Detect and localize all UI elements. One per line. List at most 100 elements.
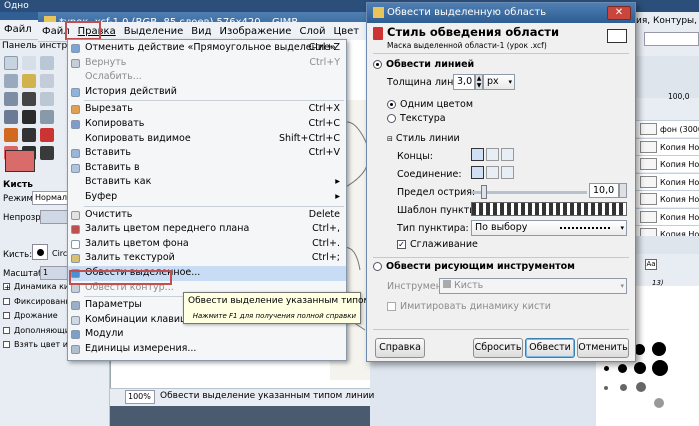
- left-menu-file[interactable]: Файл: [0, 20, 36, 39]
- edit-menu-item[interactable]: Копировать Ctrl+C: [68, 117, 346, 132]
- edit-menu-item[interactable]: Вставить как ▸: [68, 175, 346, 190]
- paths-icon[interactable]: [4, 92, 18, 106]
- edit-menu-item[interactable]: Очистить Delete: [68, 208, 346, 223]
- line-width-spinner[interactable]: ▲ ▼: [475, 74, 483, 90]
- stroke-line-option[interactable]: Обвести линией: [373, 59, 474, 70]
- reset-button[interactable]: Сбросить: [473, 338, 523, 358]
- miter-spinner[interactable]: [619, 183, 627, 198]
- layer-row[interactable]: Копия Нов: [636, 155, 699, 172]
- move-icon[interactable]: [22, 110, 36, 124]
- text-icon[interactable]: [4, 128, 18, 142]
- dock-select[interactable]: [644, 32, 699, 46]
- miter-slider[interactable]: [471, 191, 587, 194]
- stroke-button[interactable]: Обвести: [525, 338, 575, 358]
- edit-menu-item[interactable]: Вырезать Ctrl+X: [68, 102, 346, 117]
- ellipse-select-icon[interactable]: [22, 56, 36, 70]
- unit-select[interactable]: px ▾: [483, 74, 515, 90]
- pattern-option[interactable]: Текстура: [387, 113, 446, 124]
- dock-tabs[interactable]: ия, Контуры,: [636, 16, 699, 26]
- cancel-button[interactable]: Отменить: [577, 338, 629, 358]
- dash-pattern-editor[interactable]: [471, 202, 627, 216]
- miter-input[interactable]: 10,0: [589, 183, 619, 198]
- brush-option-checkbox[interactable]: [3, 312, 10, 319]
- edit-menu-item[interactable]: Отменить действие «Прямоугольное выделен…: [68, 41, 346, 56]
- join-round-icon[interactable]: [486, 166, 499, 179]
- horizontal-scroll[interactable]: [110, 406, 370, 426]
- layer-row[interactable]: Копия Нов: [636, 190, 699, 207]
- bucket-fill-icon[interactable]: [22, 128, 36, 142]
- select-by-color-icon[interactable]: [22, 74, 36, 88]
- edit-menu-item[interactable]: Вставить в: [68, 161, 346, 176]
- mode-select[interactable]: Нормальн: [32, 191, 68, 205]
- cap-square-icon[interactable]: [501, 148, 514, 161]
- free-select-icon[interactable]: [40, 56, 54, 70]
- opacity-slider[interactable]: [40, 210, 68, 224]
- brush-dot[interactable]: [654, 398, 664, 408]
- blend-icon[interactable]: [40, 128, 54, 142]
- crop-icon[interactable]: [40, 110, 54, 124]
- stroke-line-radio[interactable]: [373, 60, 382, 69]
- layer-row[interactable]: Копия Нов: [636, 137, 699, 155]
- line-style-expander[interactable]: ⊟ Стиль линии: [387, 133, 460, 144]
- cap-butt-icon[interactable]: [471, 148, 484, 161]
- help-button[interactable]: Справка: [375, 338, 425, 358]
- edit-menu-item[interactable]: Копировать видимое Shift+Ctrl+C: [68, 132, 346, 147]
- measure-icon[interactable]: [4, 110, 18, 124]
- antialias-option[interactable]: ✓ Сглаживание: [397, 239, 478, 250]
- brush-dot[interactable]: [604, 386, 608, 390]
- paint-tool-option[interactable]: Обвести рисующим инструментом: [373, 261, 575, 272]
- brush-dot[interactable]: [634, 362, 646, 374]
- brush-dot[interactable]: [620, 384, 627, 391]
- emulate-dynamics-option[interactable]: Имитировать динамику кисти: [387, 301, 551, 312]
- solid-color-option[interactable]: Одним цветом: [387, 99, 473, 110]
- layer-row[interactable]: фон (3000п: [636, 120, 699, 137]
- brush-dot[interactable]: [618, 364, 627, 373]
- pattern-radio[interactable]: [387, 114, 396, 123]
- foreground-color-swatch[interactable]: [5, 150, 35, 172]
- rect-select-icon[interactable]: [4, 56, 18, 70]
- edit-menu-item[interactable]: Вставить Ctrl+V: [68, 146, 346, 161]
- paint-tool-radio[interactable]: [373, 262, 382, 271]
- edit-menu-item[interactable]: Залить цветом фона Ctrl+.: [68, 237, 346, 252]
- edit-menu-item[interactable]: Ослабить...: [68, 70, 346, 85]
- zoom-icon[interactable]: [40, 92, 54, 106]
- brush-dot[interactable]: [652, 360, 668, 376]
- brush-option[interactable]: Дополняющий: [3, 326, 75, 335]
- edit-menu-item[interactable]: Вернуть Ctrl+Y: [68, 56, 346, 71]
- edit-menu-item[interactable]: Залить цветом переднего плана Ctrl+,: [68, 222, 346, 237]
- font-tab-icon[interactable]: Aa: [645, 259, 657, 270]
- join-bevel-icon[interactable]: [501, 166, 514, 179]
- zoom-select[interactable]: 100%: [125, 390, 155, 404]
- edit-menu-item[interactable]: Модули: [68, 327, 346, 342]
- fuzzy-select-icon[interactable]: [4, 74, 18, 88]
- layer-row[interactable]: Копия Нов: [636, 207, 699, 225]
- brush-preview[interactable]: [32, 244, 48, 260]
- brush-dot[interactable]: [604, 366, 609, 371]
- miter-slider-handle[interactable]: [481, 185, 487, 199]
- solid-color-radio[interactable]: [387, 100, 396, 109]
- edit-menu-item[interactable]: Буфер ▸: [68, 190, 346, 205]
- cap-round-icon[interactable]: [486, 148, 499, 161]
- close-button[interactable]: ✕: [607, 6, 631, 20]
- brush-option-checkbox[interactable]: [3, 341, 10, 348]
- scissors-icon[interactable]: [40, 74, 54, 88]
- brush-option[interactable]: Дрожание: [3, 311, 58, 320]
- join-miter-icon[interactable]: [471, 166, 484, 179]
- tool-select[interactable]: Кисть ▾: [439, 278, 627, 294]
- dash-preset-select[interactable]: По выбору ▾: [471, 220, 627, 236]
- edit-menu-item[interactable]: Единицы измерения...: [68, 342, 346, 357]
- line-width-input[interactable]: 3,0: [453, 74, 475, 90]
- brush-dot[interactable]: [652, 342, 666, 356]
- edit-menu-item[interactable]: История действий: [68, 85, 346, 100]
- edit-menu-item[interactable]: Залить текстурой Ctrl+;: [68, 251, 346, 266]
- color-picker-icon[interactable]: [22, 92, 36, 106]
- ink-icon[interactable]: [40, 146, 54, 160]
- brush-option-checkbox[interactable]: +: [3, 283, 11, 292]
- brush-option-checkbox[interactable]: [3, 297, 10, 305]
- brush-dot[interactable]: [636, 382, 646, 392]
- brush-option-checkbox[interactable]: [3, 326, 10, 334]
- layer-row[interactable]: Копия Нов: [636, 172, 699, 190]
- antialias-checkbox[interactable]: ✓: [397, 240, 406, 249]
- emulate-dynamics-checkbox[interactable]: [387, 302, 396, 311]
- scale-slider[interactable]: 1: [40, 266, 68, 280]
